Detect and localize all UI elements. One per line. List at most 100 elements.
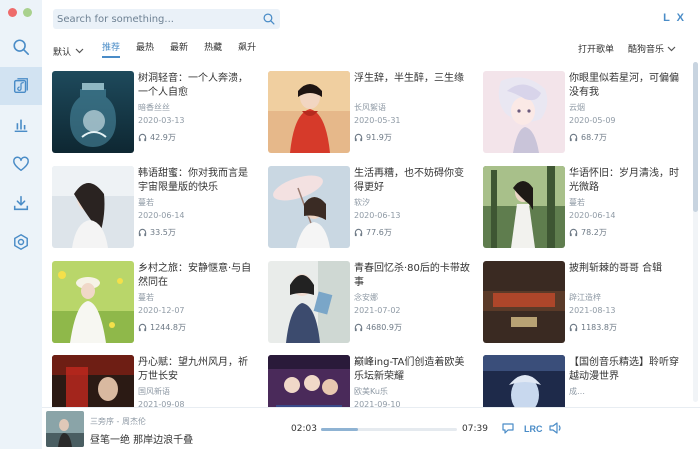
comment-button[interactable]: [501, 421, 515, 435]
playlist-card[interactable]: 华语怀旧：岁月清浅，时光微路 蔓若 2020-06-14 78.2万: [483, 166, 688, 250]
playlist-date: 2020-06-14: [138, 211, 185, 220]
sidebar-item-leaderboard[interactable]: [0, 106, 42, 144]
playlist-cover: [268, 166, 350, 248]
playlist-cover: [268, 355, 350, 407]
playlist-date: 2020-03-13: [138, 116, 185, 125]
playlist-author: 暗香丝丝: [138, 103, 170, 112]
window-controls: [8, 8, 32, 17]
playlist-cover: [268, 261, 350, 343]
playlist-author: 长风絮语: [354, 103, 386, 112]
play-count: 1183.8万: [569, 322, 617, 333]
settings-icon: [14, 233, 28, 251]
playlist-cover: [268, 71, 350, 153]
playlist-date: 2021-09-10: [354, 400, 401, 407]
headphones-icon: [138, 323, 147, 332]
search-box: [53, 9, 280, 29]
scrollbar-thumb[interactable]: [693, 62, 698, 212]
play-count: 1244.8万: [138, 322, 186, 333]
play-count: 42.9万: [138, 132, 176, 143]
headphones-icon: [354, 228, 363, 237]
play-count-value: 42.9万: [150, 133, 176, 142]
search-icon: [13, 39, 30, 56]
playlist-card[interactable]: 韩语甜蜜：你对我而言是宇宙限量版的快乐 蔓若 2020-06-14 33.5万: [52, 166, 257, 250]
heart-icon: [13, 156, 29, 172]
playlist-title: 青春回忆杀·80后的卡带故事: [354, 263, 470, 288]
search-icon[interactable]: [262, 12, 276, 26]
play-count-value: 1183.8万: [581, 323, 617, 332]
playlist-card[interactable]: 【国创音乐精选】聆听穿越动漫世界 成…: [483, 355, 688, 407]
sidebar-item-search[interactable]: [0, 28, 42, 66]
playlist-card[interactable]: 浮生辞，半生醉，三生缘 长风絮语 2020-05-31 91.9万: [268, 71, 473, 155]
playlist-cover: [52, 71, 134, 153]
playlist-title: 华语怀旧：岁月清浅，时光微路: [569, 168, 679, 193]
play-count-value: 4680.9万: [366, 323, 402, 332]
minimize-window-button[interactable]: [23, 8, 32, 17]
play-count-value: 33.5万: [150, 228, 176, 237]
playlist-cover: [52, 261, 134, 343]
playlist-card[interactable]: 巅峰ing-TA们创造着欧美乐坛新荣耀 欧美Ku乐 2021-09-10: [268, 355, 473, 407]
sidebar-item-download[interactable]: [0, 184, 42, 222]
play-count: 4680.9万: [354, 322, 402, 333]
now-playing-title: 昼笔一绝 那岸边浪千叠: [90, 435, 194, 446]
chevron-down-icon: [75, 48, 84, 54]
progress-fill: [321, 428, 358, 431]
sort-select-label: 默认: [53, 47, 72, 58]
playlist-title: 生活再糟，也不妨碍你变得更好: [354, 168, 464, 193]
playlist-cover: [483, 261, 565, 343]
tab-newest[interactable]: 最新: [170, 42, 188, 60]
playlist-date: 2020-06-13: [354, 211, 401, 220]
playlist-card[interactable]: 青春回忆杀·80后的卡带故事 念安娜 2021-07-02 4680.9万: [268, 261, 473, 345]
playlist-card[interactable]: 乡村之旅：安静惬意·与自然同在 蔓若 2020-12-07 1244.8万: [52, 261, 257, 345]
playlist-author: 云烟: [569, 103, 585, 112]
playlist-title: 你眼里似若星河，可偏偏没有我: [569, 73, 679, 98]
playlist-date: 2020-05-09: [569, 116, 616, 125]
source-select[interactable]: 酷狗音乐: [628, 42, 676, 55]
headphones-icon: [354, 323, 363, 332]
playlist-card[interactable]: 丹心赋：望九州风月，祈万世长安 国风新语 2021-09-08: [52, 355, 257, 407]
sidebar-item-favorites[interactable]: [0, 145, 42, 183]
play-count: 68.7万: [569, 132, 607, 143]
volume-icon: [549, 422, 561, 434]
play-count: 77.6万: [354, 227, 392, 238]
total-time: 07:39: [462, 424, 488, 434]
playlist-card[interactable]: 树洞轻音：一个人奔溃，一个人自愈 暗香丝丝 2020-03-13 42.9万: [52, 71, 257, 155]
sort-select[interactable]: 默认: [53, 45, 84, 58]
playlist-date: 2020-12-07: [138, 306, 185, 315]
grid-scrollbar[interactable]: [693, 62, 698, 402]
playlist-title: 浮生辞，半生醉，三生缘: [354, 73, 464, 84]
search-input[interactable]: [53, 9, 253, 29]
playlist-title: 丹心赋：望九州风月，祈万世长安: [138, 357, 248, 382]
app-logo: L X: [663, 12, 686, 24]
volume-button[interactable]: [548, 421, 563, 435]
now-playing-cover[interactable]: [46, 411, 84, 447]
play-count: 78.2万: [569, 227, 607, 238]
playlist-title: 披荆斩棘的哥哥 合辑: [569, 263, 663, 274]
playlist-title: 韩语甜蜜：你对我而言是宇宙限量版的快乐: [138, 168, 248, 193]
playlist-card[interactable]: 你眼里似若星河，可偏偏没有我 云烟 2020-05-09 68.7万: [483, 71, 688, 155]
sidebar-item-settings[interactable]: [0, 223, 42, 261]
tab-hottest[interactable]: 最热: [136, 42, 154, 60]
play-count: 91.9万: [354, 132, 392, 143]
playlist-author: 念安娜: [354, 293, 378, 302]
sort-tabs: 默认 推荐 最热 最新 热藏 飙升: [53, 42, 272, 60]
playlist-card[interactable]: 生活再糟，也不妨碍你变得更好 软汐 2020-06-13 77.6万: [268, 166, 473, 250]
close-window-button[interactable]: [8, 8, 17, 17]
playlist-title: 树洞轻音：一个人奔溃，一个人自愈: [138, 73, 248, 98]
comment-icon: [502, 423, 514, 434]
chart-icon: [14, 119, 28, 133]
tab-rising[interactable]: 飙升: [238, 42, 256, 60]
headphones-icon: [138, 133, 147, 142]
tab-collected[interactable]: 热藏: [204, 42, 222, 60]
tab-recommend[interactable]: 推荐: [102, 42, 121, 60]
progress-bar[interactable]: [321, 428, 457, 431]
lyrics-button[interactable]: LRC: [524, 424, 543, 434]
playlist-title: 【国创音乐精选】聆听穿越动漫世界: [569, 357, 679, 382]
open-playlist-button[interactable]: 打开歌单: [578, 42, 614, 55]
playlist-author: 欧美Ku乐: [354, 387, 388, 396]
playlist-title: 巅峰ing-TA们创造着欧美乐坛新荣耀: [354, 357, 465, 382]
playlist-author: 成…: [569, 387, 585, 396]
player-bar: 三旁序 - 周杰伦 昼笔一绝 那岸边浪千叠 02:03 07:39 LRC: [42, 407, 700, 449]
playlist-date: 2020-06-14: [569, 211, 616, 220]
playlist-card[interactable]: 披荆斩棘的哥哥 合辑 辟江造梓 2021-08-13 1183.8万: [483, 261, 688, 345]
sidebar-item-song-list[interactable]: [0, 67, 42, 105]
